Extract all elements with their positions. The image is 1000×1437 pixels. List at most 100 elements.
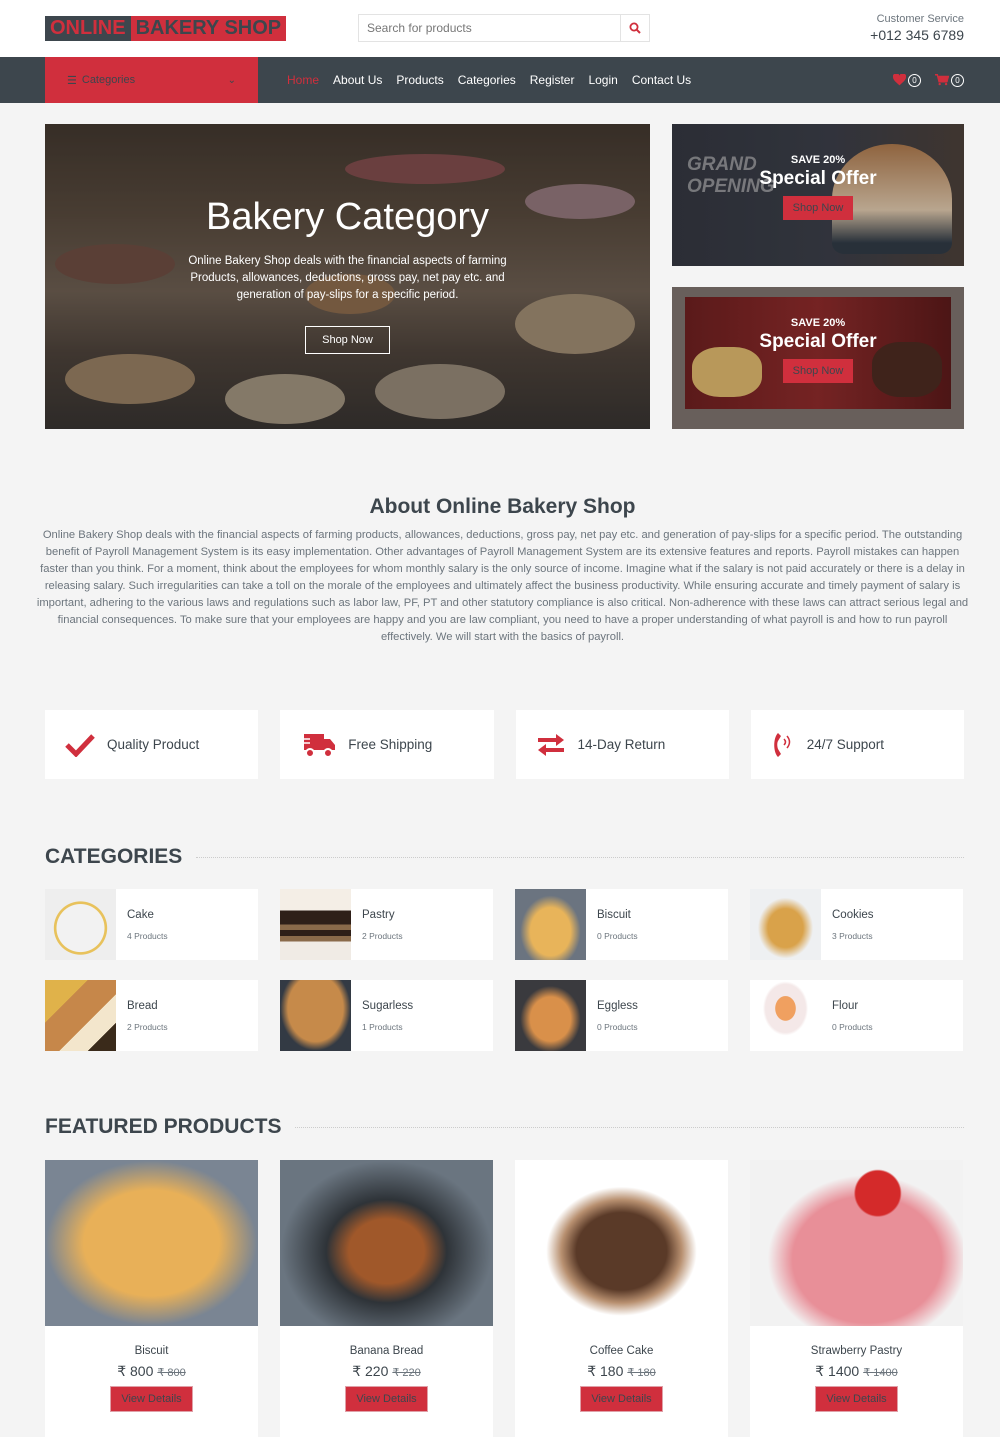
product-price: ₹ 1400 — [815, 1363, 860, 1379]
categories-header: CATEGORIES — [45, 845, 964, 869]
feature-support: 24/7 Support — [750, 710, 964, 779]
divider — [196, 856, 964, 858]
featured-title: FEATURED PRODUCTS — [45, 1115, 282, 1138]
nav-link-login[interactable]: Login — [588, 73, 617, 87]
product-image[interactable] — [45, 1160, 258, 1326]
feature-return: 14-Day Return — [515, 710, 729, 779]
search-icon — [629, 22, 641, 34]
offer-1-shop-now-button[interactable]: Shop Now — [782, 196, 854, 220]
product-image[interactable] — [280, 1160, 493, 1326]
search-input[interactable] — [359, 15, 620, 41]
category-card[interactable]: Cake 4 Products — [45, 889, 258, 960]
feature-quality: Quality Product — [45, 710, 259, 779]
about-section: About Online Bakery Shop Online Bakery S… — [35, 495, 970, 646]
nav-link-register[interactable]: Register — [530, 73, 575, 87]
category-card[interactable]: Bread 2 Products — [45, 980, 258, 1051]
product-card: Coffee Cake ₹ 180 ₹ 180 View Details — [515, 1160, 728, 1437]
nav-link-categories[interactable]: Categories — [458, 73, 516, 87]
offer-banner-2: SAVE 20% Special Offer Shop Now — [672, 287, 964, 429]
view-details-button[interactable]: View Details — [345, 1386, 428, 1412]
cart-icon — [935, 74, 949, 86]
nav-link-about[interactable]: About Us — [333, 73, 382, 87]
category-count: 1 Products — [362, 1021, 403, 1032]
product-card: Biscuit ₹ 800 ₹ 800 View Details — [45, 1160, 258, 1437]
hero-shop-now-button[interactable]: Shop Now — [305, 326, 390, 354]
view-details-button[interactable]: View Details — [110, 1386, 193, 1412]
cart-count: 0 — [951, 73, 964, 87]
feature-label: 14-Day Return — [577, 737, 666, 752]
exchange-icon — [537, 733, 564, 756]
feature-label: Quality Product — [107, 737, 200, 752]
customer-service-label: Customer Service — [876, 13, 964, 25]
nav-link-home[interactable]: Home — [287, 73, 319, 87]
category-card[interactable]: Cookies 3 Products — [750, 889, 963, 960]
search-button[interactable] — [620, 15, 649, 41]
offer-2-title: Special Offer — [759, 331, 877, 352]
category-card[interactable]: Sugarless 1 Products — [280, 980, 493, 1051]
offer-2-shop-now-button[interactable]: Shop Now — [782, 359, 854, 383]
product-image[interactable] — [750, 1160, 963, 1326]
category-count: 2 Products — [127, 1021, 168, 1032]
feature-shipping: Free Shipping — [280, 710, 494, 779]
heart-icon — [893, 74, 906, 86]
nav-links: Home About Us Products Categories Regist… — [287, 57, 705, 103]
category-card[interactable]: Biscuit 0 Products — [515, 889, 728, 960]
category-card[interactable]: Flour 0 Products — [750, 980, 963, 1051]
category-count: 0 Products — [597, 1021, 638, 1032]
menu-icon: ☰ — [67, 74, 77, 87]
category-image — [45, 980, 116, 1051]
product-old-price: ₹ 220 — [392, 1367, 421, 1379]
wishlist-button[interactable]: 0 — [893, 73, 921, 87]
categories-dropdown[interactable]: ☰ Categories ⌄ — [45, 57, 258, 103]
hero-title: Bakery Category — [205, 196, 489, 238]
nav-link-contact[interactable]: Contact Us — [632, 73, 691, 87]
customer-service: Customer Service +012 345 6789 — [870, 13, 964, 43]
view-details-button[interactable]: View Details — [580, 1386, 663, 1412]
category-image — [45, 889, 116, 960]
about-text: Online Bakery Shop deals with the financ… — [36, 529, 969, 643]
category-count: 3 Products — [832, 930, 873, 941]
top-bar: ONLINE BAKERY SHOP Customer Service +012… — [0, 0, 1000, 57]
truck-icon — [300, 733, 336, 758]
logo[interactable]: ONLINE BAKERY SHOP — [45, 16, 287, 41]
logo-part1: ONLINE — [45, 16, 131, 41]
features: Quality Product Free Shipping 14-Day Ret… — [45, 710, 964, 779]
category-name: Eggless — [597, 999, 638, 1012]
category-card[interactable]: Pastry 2 Products — [280, 889, 493, 960]
offer-2-save: SAVE 20% — [790, 317, 846, 329]
category-count: 2 Products — [362, 930, 403, 941]
product-old-price: ₹ 1400 — [863, 1367, 898, 1379]
feature-label: 24/7 Support — [806, 737, 885, 752]
product-card: Strawberry Pastry ₹ 1400 ₹ 1400 View Deta… — [750, 1160, 963, 1437]
category-image — [515, 889, 586, 960]
offer-1-title: Special Offer — [759, 168, 877, 189]
category-name: Bread — [127, 999, 158, 1012]
logo-part2: BAKERY SHOP — [130, 16, 287, 41]
feature-label: Free Shipping — [348, 737, 433, 752]
cart-button[interactable]: 0 — [935, 73, 964, 87]
category-image — [750, 889, 821, 960]
wishlist-count: 0 — [908, 73, 921, 87]
category-name: Pastry — [362, 908, 395, 921]
product-image[interactable] — [515, 1160, 728, 1326]
product-price: ₹ 220 — [352, 1363, 389, 1379]
product-price: ₹ 800 — [117, 1363, 154, 1379]
product-name: Coffee Cake — [589, 1345, 654, 1357]
product-old-price: ₹ 800 — [157, 1367, 186, 1379]
offer-banner-1: GRAND OPENING SAVE 20% Special Offer Sho… — [672, 124, 964, 266]
view-details-button[interactable]: View Details — [815, 1386, 898, 1412]
category-image — [280, 980, 351, 1051]
nav-link-products[interactable]: Products — [396, 73, 443, 87]
divider — [295, 1126, 964, 1128]
product-price: ₹ 180 — [587, 1363, 624, 1379]
featured-products-grid: Biscuit ₹ 800 ₹ 800 View Details Banana B… — [45, 1160, 964, 1437]
category-image — [750, 980, 821, 1051]
category-name: Biscuit — [597, 908, 631, 921]
category-count: 0 Products — [597, 930, 638, 941]
check-icon — [65, 733, 95, 757]
about-title: About Online Bakery Shop — [369, 495, 636, 518]
customer-service-phone: +012 345 6789 — [870, 27, 964, 43]
category-card[interactable]: Eggless 0 Products — [515, 980, 728, 1051]
offer-1-save: SAVE 20% — [790, 154, 846, 166]
category-name: Flour — [832, 999, 859, 1012]
